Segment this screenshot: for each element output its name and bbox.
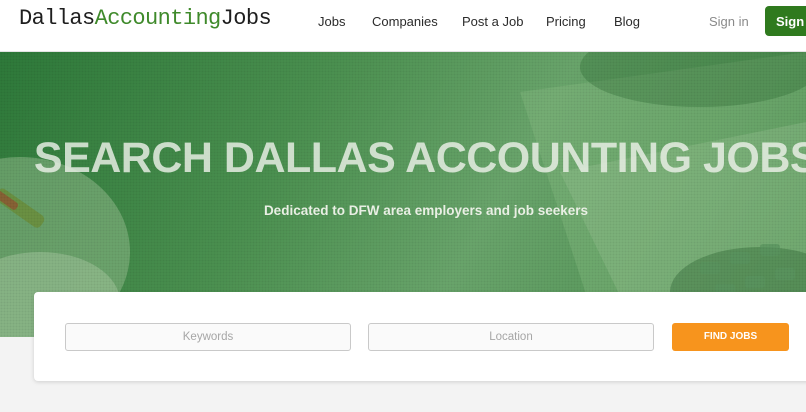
logo-word-dallas: Dallas [19, 6, 95, 31]
logo-word-jobs: Jobs [220, 6, 272, 31]
search-panel: FIND JOBS [34, 292, 806, 381]
signup-button[interactable]: Sign up [765, 6, 806, 36]
top-navbar: DallasAccountingJobs Jobs Companies Post… [0, 0, 806, 52]
site-logo[interactable]: DallasAccountingJobs [19, 6, 272, 31]
nav-link-post-a-job[interactable]: Post a Job [462, 14, 523, 29]
signin-link[interactable]: Sign in [709, 14, 749, 29]
nav-link-jobs[interactable]: Jobs [318, 14, 345, 29]
keywords-input[interactable] [65, 323, 351, 351]
hero-title: SEARCH DALLAS ACCOUNTING JOBS [33, 134, 806, 182]
nav-link-blog[interactable]: Blog [614, 14, 640, 29]
location-input[interactable] [368, 323, 654, 351]
find-jobs-button[interactable]: FIND JOBS [672, 323, 789, 351]
logo-word-accounting: Accounting [94, 6, 222, 31]
nav-link-companies[interactable]: Companies [372, 14, 438, 29]
hero-subtitle: Dedicated to DFW area employers and job … [263, 203, 589, 218]
nav-link-pricing[interactable]: Pricing [546, 14, 586, 29]
